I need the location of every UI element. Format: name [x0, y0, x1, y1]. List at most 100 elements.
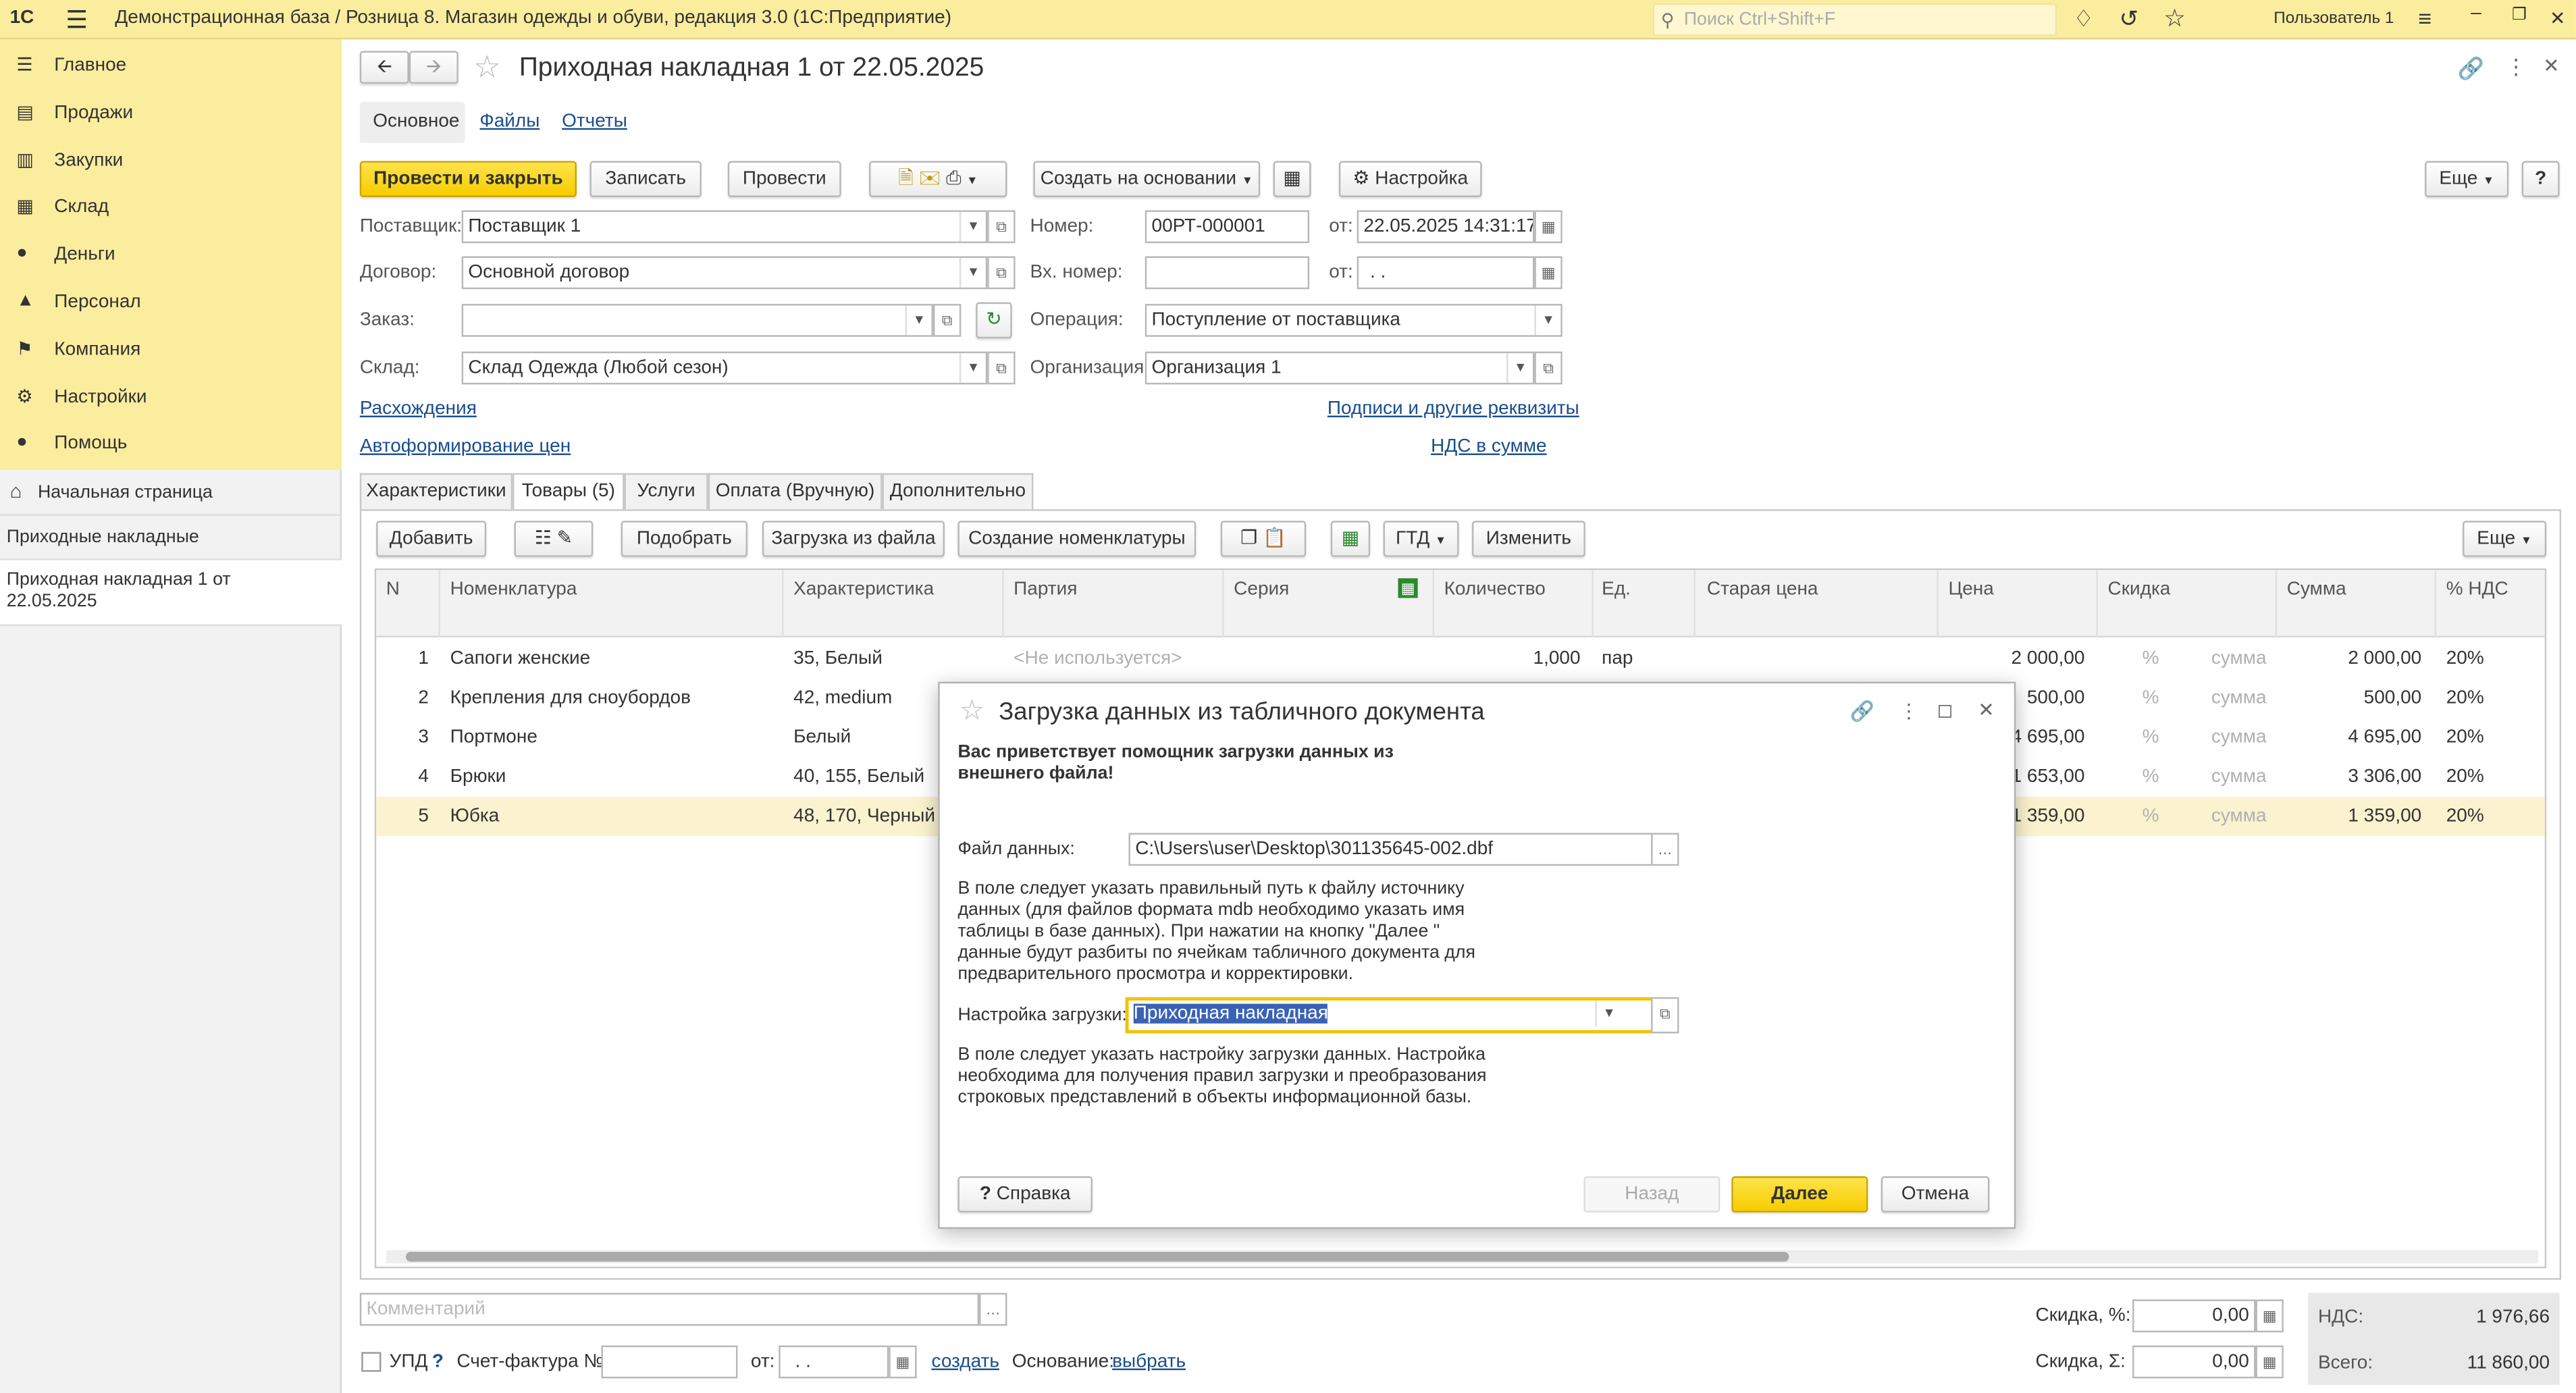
chevron-down-icon[interactable]: ▼: [1506, 353, 1533, 383]
chevron-down-icon[interactable]: ▼: [959, 211, 986, 242]
change-button[interactable]: Изменить: [1471, 521, 1585, 557]
more-vert-icon[interactable]: ⋮: [2505, 54, 2527, 80]
col-discount[interactable]: Скидка: [2108, 580, 2171, 600]
date-field[interactable]: 22.05.2025 14:31:17: [1357, 210, 1535, 244]
tab-additional[interactable]: Дополнительно: [882, 473, 1034, 510]
table-more-button[interactable]: Еще ▼: [2463, 521, 2547, 557]
close-dialog-icon[interactable]: ✕: [1978, 698, 1994, 721]
upd-help-icon[interactable]: ?: [432, 1352, 444, 1371]
back-step-button[interactable]: Назад: [1583, 1176, 1720, 1213]
dialog-star-icon[interactable]: ☆: [960, 695, 984, 728]
col-unit[interactable]: Ед.: [1602, 580, 1631, 600]
link-icon[interactable]: 🔗: [1850, 700, 1874, 722]
back-button[interactable]: 🡨: [359, 51, 409, 84]
open-item-home[interactable]: ⌂ Начальная страница: [0, 470, 342, 516]
structure-button[interactable]: ▦: [1273, 161, 1311, 197]
number-field[interactable]: 00РТ-000001: [1145, 210, 1310, 244]
sidebar-item-1[interactable]: ▤ Продажи: [0, 90, 342, 136]
discrepancies-link[interactable]: Расхождения: [360, 399, 477, 419]
col-characteristic[interactable]: Характеристика: [793, 580, 934, 600]
sidebar-item-5[interactable]: ▲ Персонал: [0, 280, 342, 325]
sidebar-item-8[interactable]: ● Помощь: [0, 421, 342, 467]
setting-open-button[interactable]: ⧉: [1651, 997, 1679, 1034]
col-n[interactable]: N: [386, 580, 400, 600]
close-window-icon[interactable]: ✕: [2550, 7, 2565, 30]
invoice-date-field[interactable]: . .: [779, 1345, 889, 1379]
excel-button[interactable]: ▦: [1330, 521, 1371, 557]
cancel-button[interactable]: Отмена: [1881, 1176, 1990, 1213]
org-field[interactable]: Организация 1 ▼: [1145, 351, 1535, 385]
sidebar-item-3[interactable]: ▦ Склад: [0, 184, 342, 230]
col-nomenclature[interactable]: Номенклатура: [450, 580, 577, 600]
order-fill-button[interactable]: ↻: [976, 302, 1012, 339]
pick-button[interactable]: Подобрать: [621, 521, 748, 557]
vat-included-link[interactable]: НДС в сумме: [1431, 437, 1546, 456]
post-and-close-button[interactable]: Провести и закрыть: [359, 161, 577, 197]
minimize-icon[interactable]: –: [2471, 3, 2481, 23]
dialog-help-button[interactable]: ? Справка: [957, 1176, 1093, 1213]
favorite-star-icon[interactable]: ☆: [473, 49, 501, 87]
browse-file-button[interactable]: …: [1651, 833, 1679, 866]
order-field[interactable]: ▼: [461, 304, 933, 337]
order-open-button[interactable]: ⧉: [932, 304, 962, 337]
setting-field[interactable]: Приходная накладная ▼: [1125, 997, 1655, 1034]
notifications-icon[interactable]: ♢: [2073, 5, 2094, 32]
link-icon[interactable]: 🔗: [2458, 56, 2484, 82]
load-from-file-button[interactable]: Загрузка из файла: [762, 521, 945, 557]
tab-characteristics[interactable]: Характеристики: [359, 473, 513, 510]
close-doc-icon[interactable]: ✕: [2543, 54, 2559, 77]
chevron-down-icon[interactable]: ▼: [1534, 305, 1560, 336]
file-path-field[interactable]: C:\Users\user\Desktop\301135645-002.dbf: [1128, 833, 1655, 866]
contract-open-button[interactable]: ⧉: [987, 256, 1016, 290]
col-vat[interactable]: % НДС: [2446, 580, 2508, 600]
maximize-icon[interactable]: ❐: [2512, 7, 2527, 25]
horizontal-scrollbar[interactable]: [386, 1250, 2538, 1263]
col-old-price[interactable]: Старая цена: [1707, 580, 1818, 600]
favorites-icon[interactable]: ☆: [2163, 3, 2186, 32]
save-button[interactable]: Записать: [589, 161, 702, 197]
more-vert-icon[interactable]: ⋮: [1899, 700, 1919, 722]
comment-field[interactable]: Комментарий: [359, 1292, 980, 1326]
subtab-files[interactable]: Файлы: [479, 111, 540, 131]
chevron-down-icon[interactable]: ▼: [905, 305, 932, 336]
open-item-receipts-list[interactable]: Приходные накладные: [0, 516, 342, 560]
autoprice-link[interactable]: Автоформирование цен: [360, 437, 571, 456]
warehouse-open-button[interactable]: ⧉: [987, 351, 1016, 385]
supplier-open-button[interactable]: ⧉: [987, 210, 1016, 244]
calendar-icon[interactable]: ▦: [889, 1345, 917, 1379]
search-input[interactable]: ⚲ Поиск Ctrl+Shift+F: [1652, 3, 2057, 36]
next-step-button[interactable]: Далее: [1731, 1176, 1868, 1213]
calendar-icon[interactable]: ▦: [1534, 210, 1562, 244]
in-number-field[interactable]: [1145, 256, 1310, 290]
chevron-down-icon[interactable]: ▼: [1595, 1000, 1621, 1027]
table-row[interactable]: 1 Сапоги женские 35, Белый <Не используется…: [376, 639, 2545, 678]
col-quantity[interactable]: Количество: [1444, 580, 1546, 600]
history-icon[interactable]: ↺: [2120, 5, 2139, 32]
invoice-number-field[interactable]: [601, 1345, 738, 1379]
subtab-reports[interactable]: Отчеты: [562, 111, 627, 131]
comment-expand-button[interactable]: …: [979, 1292, 1007, 1326]
in-date-field[interactable]: . .: [1357, 256, 1535, 290]
series-toggle-icon[interactable]: ▦: [1398, 578, 1418, 598]
help-button[interactable]: ?: [2521, 161, 2560, 197]
upd-checkbox[interactable]: [361, 1352, 382, 1372]
scrollbar-thumb[interactable]: [405, 1251, 1789, 1262]
main-menu-icon[interactable]: ☰: [65, 5, 88, 34]
tab-payment[interactable]: Оплата (Вручную): [708, 473, 883, 510]
add-row-button[interactable]: Добавить: [376, 521, 487, 557]
create-based-button[interactable]: Создать на основании ▼: [1033, 161, 1261, 197]
contract-field[interactable]: Основной договор ▼: [461, 256, 988, 290]
create-invoice-link[interactable]: создать: [932, 1352, 999, 1371]
settings-button[interactable]: ⚙ Настройка: [1338, 161, 1482, 197]
col-batch[interactable]: Партия: [1014, 580, 1077, 600]
more-button[interactable]: Еще ▼: [2425, 161, 2509, 197]
chevron-down-icon[interactable]: ▼: [959, 257, 986, 288]
sidebar-item-2[interactable]: ▥ Закупки: [0, 137, 342, 183]
maximize-icon[interactable]: ◻: [1937, 698, 1953, 721]
settings-menu-icon[interactable]: ≡: [2418, 5, 2432, 31]
tab-goods[interactable]: Товары (5): [512, 473, 625, 511]
calendar-icon[interactable]: ▦: [1534, 256, 1562, 290]
post-button[interactable]: Провести: [727, 161, 841, 197]
create-nomenclature-button[interactable]: Создание номенклатуры: [957, 521, 1197, 557]
user-name[interactable]: Пользователь 1: [2273, 10, 2394, 28]
